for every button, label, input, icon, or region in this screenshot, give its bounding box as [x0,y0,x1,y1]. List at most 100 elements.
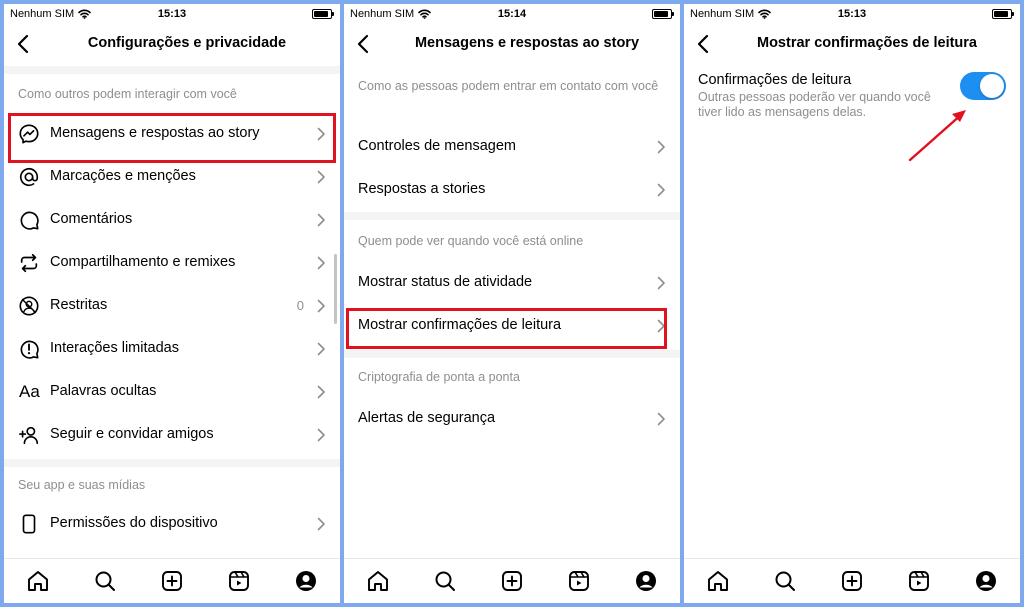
home-icon[interactable] [366,569,390,593]
home-icon[interactable] [26,569,50,593]
red-arrow-annotation [908,110,966,162]
chevron-right-icon [317,299,325,313]
settings-item-label: Alertas de segurança [358,410,496,426]
hidden-words-icon: Aa [19,382,40,401]
restricted-count: 0 [296,298,304,313]
profile-icon[interactable] [634,569,658,593]
divider [344,350,680,358]
settings-item-label: Interações limitadas [50,340,179,356]
reels-icon[interactable] [907,569,931,593]
highlight-box [346,308,667,349]
settings-item-label: Mostrar status de atividade [358,274,533,290]
status-bar: Nenhum SIM 15:14 [344,4,680,26]
search-icon[interactable] [773,569,797,593]
back-arrow-icon[interactable] [12,32,36,56]
settings-item-restricted[interactable]: Restritas 0 [4,286,340,326]
settings-item-tags-mentions[interactable]: Marcações e menções [4,157,340,197]
settings-item-device-permissions[interactable]: Permissões do dispositivo [4,504,340,544]
divider [344,212,680,220]
search-icon[interactable] [433,569,457,593]
bottom-tab-bar [4,558,340,603]
divider [4,66,340,74]
read-receipts-label: Confirmações de leitura [698,72,852,88]
settings-item-story-replies[interactable]: Respostas a stories [344,170,680,210]
nav-header: Mensagens e respostas ao story [344,26,680,62]
profile-icon[interactable] [974,569,998,593]
section-header: Como as pessoas podem entrar em contato … [358,79,659,93]
settings-item-label: Restritas [50,297,108,313]
reels-icon[interactable] [567,569,591,593]
settings-item-label: Respostas a stories [358,181,486,197]
home-icon[interactable] [706,569,730,593]
status-bar: Nenhum SIM 15:13 [684,4,1020,26]
chevron-right-icon [317,428,325,442]
settings-item-security-alerts[interactable]: Alertas de segurança [344,399,680,439]
create-icon[interactable] [840,569,864,593]
settings-item-label: Compartilhamento e remixes [50,254,236,270]
chevron-right-icon [657,140,665,154]
at-sign-icon [19,167,39,187]
settings-item-label: Comentários [50,211,133,227]
settings-item-limited-interactions[interactable]: Interações limitadas [4,329,340,369]
create-icon[interactable] [500,569,524,593]
add-person-icon [19,426,39,445]
nav-header: Configurações e privacidade [4,26,340,62]
share-remix-icon [20,253,38,273]
restricted-icon [19,296,39,316]
page-title: Configurações e privacidade [87,35,287,51]
chevron-right-icon [317,213,325,227]
clock: 15:13 [157,8,187,20]
battery-icon [312,9,334,19]
clock: 15:13 [837,8,867,20]
chevron-right-icon [317,170,325,184]
settings-item-label: Palavras ocultas [50,383,157,399]
highlight-box [8,113,336,163]
status-bar: Nenhum SIM 15:13 [4,4,340,26]
chevron-right-icon [317,385,325,399]
section-header: Criptografia de ponta a ponta [358,370,520,384]
bottom-tab-bar [684,558,1020,603]
bottom-tab-bar [344,558,680,603]
settings-item-activity-status[interactable]: Mostrar status de atividade [344,263,680,303]
chevron-right-icon [317,517,325,531]
comment-icon [20,211,39,230]
section-header: Seu app e suas mídias [18,478,146,492]
scrollbar[interactable] [334,254,337,324]
create-icon[interactable] [160,569,184,593]
page-title: Mostrar confirmações de leitura [757,35,977,51]
limited-interactions-icon [20,340,39,359]
settings-item-label: Marcações e menções [50,168,196,184]
section-header: Como outros podem interagir com você [18,87,237,101]
battery-icon [652,9,674,19]
settings-privacy-screen: Nenhum SIM 15:13 Configurações e privaci… [4,4,340,603]
chevron-right-icon [317,342,325,356]
settings-item-sharing-remixes[interactable]: Compartilhamento e remixes [4,243,340,283]
settings-item-message-controls[interactable]: Controles de mensagem [344,127,680,167]
profile-icon[interactable] [294,569,318,593]
back-arrow-icon[interactable] [692,32,716,56]
messages-story-replies-screen: Nenhum SIM 15:14 Mensagens e respostas a… [344,4,680,603]
chevron-right-icon [657,276,665,290]
chevron-right-icon [657,183,665,197]
settings-item-label: Seguir e convidar amigos [50,426,214,442]
battery-icon [992,9,1014,19]
settings-item-follow-invite[interactable]: Seguir e convidar amigos [4,415,340,455]
read-receipts-screen: Nenhum SIM 15:13 Mostrar confirmações de… [684,4,1020,603]
back-arrow-icon[interactable] [352,32,376,56]
read-receipts-toggle[interactable] [960,72,1006,100]
settings-item-label: Controles de mensagem [358,138,516,154]
chevron-right-icon [657,412,665,426]
device-icon [22,514,36,534]
settings-item-label: Permissões do dispositivo [50,515,218,531]
search-icon[interactable] [93,569,117,593]
nav-header: Mostrar confirmações de leitura [684,26,1020,62]
section-header: Quem pode ver quando você está online [358,234,584,248]
reels-icon[interactable] [227,569,251,593]
settings-item-hidden-words[interactable]: Aa Palavras ocultas [4,372,340,412]
clock: 15:14 [497,8,527,20]
divider [4,459,340,467]
page-title: Mensagens e respostas ao story [414,35,640,51]
settings-item-comments[interactable]: Comentários [4,200,340,240]
chevron-right-icon [317,256,325,270]
toggle-knob [980,74,1004,98]
